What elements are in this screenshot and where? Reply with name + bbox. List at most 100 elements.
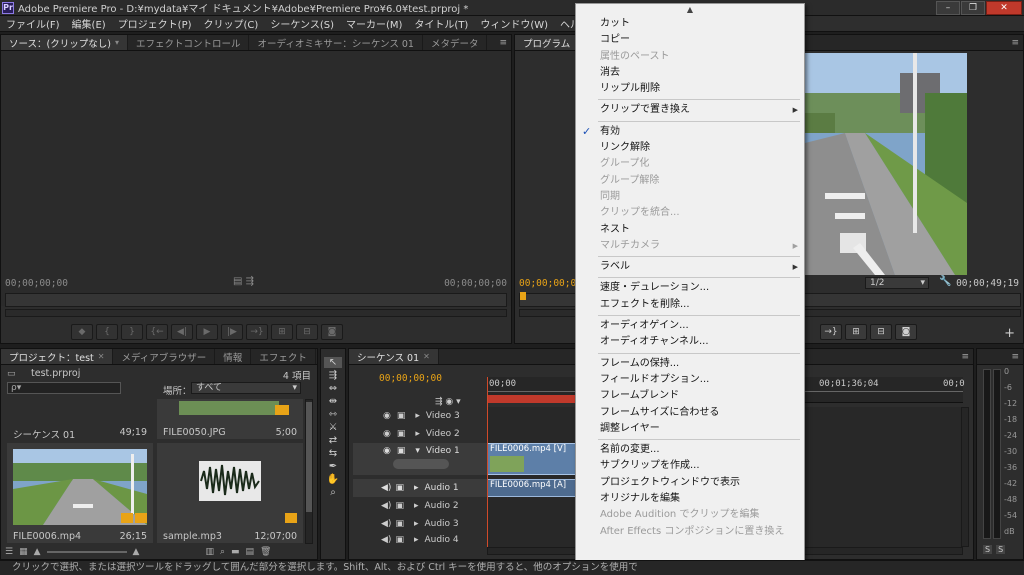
speaker-icon[interactable]: ◀) xyxy=(381,535,391,545)
menu-item[interactable]: 編集(E) xyxy=(66,16,112,31)
list-item[interactable]: シーケンス 01 49;19 xyxy=(7,399,153,441)
export-frame-icon[interactable]: ◙ xyxy=(321,324,343,340)
eye-icon[interactable]: ◉ xyxy=(383,429,391,439)
context-menu-item[interactable]: 属性のペースト xyxy=(576,49,804,65)
timeline-toolbar-icons[interactable]: ⇶ ◉ ▾ xyxy=(435,397,461,407)
context-menu-item[interactable]: リップル削除 xyxy=(576,81,804,97)
slip-tool-icon[interactable]: ⇄ xyxy=(329,435,337,446)
tab-source-3[interactable]: メタデータ xyxy=(423,35,488,50)
lift-icon[interactable]: ⊞ xyxy=(845,324,867,340)
chevron-down-icon[interactable]: ▾ xyxy=(115,38,119,47)
rolling-edit-tool-icon[interactable]: ⇹ xyxy=(329,396,337,407)
menu-item[interactable]: タイトル(T) xyxy=(408,16,474,31)
context-menu-item[interactable]: サブクリップを作成... xyxy=(576,458,804,474)
context-menu-item[interactable]: オーディオゲイン... xyxy=(576,318,804,334)
keyframe-controls[interactable] xyxy=(393,459,449,469)
go-to-out-icon[interactable]: →} xyxy=(820,324,842,340)
list-view-icon[interactable]: ☰ xyxy=(5,547,13,557)
list-item[interactable]: FILE0050.JPG 5;00 xyxy=(157,399,303,439)
close-button[interactable]: ✕ xyxy=(986,1,1022,15)
mark-out-icon[interactable]: } xyxy=(121,324,143,340)
context-menu-item[interactable]: Adobe Audition でクリップを編集 xyxy=(576,507,804,523)
slide-tool-icon[interactable]: ⇆ xyxy=(329,448,337,459)
video-clip[interactable]: FILE0006.mp4 [V] xyxy=(487,443,577,475)
context-menu-item[interactable]: ラベル ▶ xyxy=(576,259,804,275)
context-menu-item[interactable]: マルチカメラ ▶ xyxy=(576,238,804,254)
context-menu-item[interactable]: フレームブレンド xyxy=(576,388,804,404)
context-menu-item[interactable]: ネスト xyxy=(576,222,804,238)
context-menu-item[interactable]: 消去 xyxy=(576,65,804,81)
automate-icon[interactable]: ▥ xyxy=(205,547,214,557)
tab-source-1[interactable]: エフェクトコントロール xyxy=(128,35,250,50)
context-menu-item[interactable]: カット xyxy=(576,16,804,32)
tab-source-2[interactable]: オーディオミキサー：シーケンス 01 xyxy=(249,35,423,50)
tab-project-2[interactable]: 情報 xyxy=(215,349,252,364)
context-menu-item[interactable]: 速度・デュレーション... xyxy=(576,280,804,296)
track-select-tool-icon[interactable]: ⇶ xyxy=(329,370,337,381)
program-timecode-current[interactable]: 00;00;00;00 xyxy=(519,278,582,289)
location-select[interactable]: すべて ▾ xyxy=(191,382,301,394)
lock-icon[interactable]: ▣ xyxy=(397,429,406,439)
context-menu-item[interactable]: オーディオチャンネル... xyxy=(576,334,804,350)
lock-icon[interactable]: ▣ xyxy=(395,535,404,545)
add-marker-icon[interactable]: ◆ xyxy=(71,324,93,340)
panel-menu-icon[interactable]: ≡ xyxy=(957,349,973,364)
zoom-out-icon[interactable]: ▲ xyxy=(34,547,41,557)
add-button-icon[interactable]: + xyxy=(1004,326,1015,341)
extract-icon[interactable]: ⊟ xyxy=(870,324,892,340)
wrench-icon[interactable]: 🔧 xyxy=(939,276,951,287)
menu-item[interactable]: マーカー(M) xyxy=(340,16,408,31)
audio-clip[interactable]: FILE0006.mp4 [A] xyxy=(487,479,577,497)
source-settings-icons[interactable]: ▤ ⇶ xyxy=(233,276,254,287)
eye-icon[interactable]: ◉ xyxy=(383,411,391,421)
ripple-edit-tool-icon[interactable]: ⇔ xyxy=(329,383,337,394)
close-icon[interactable]: ✕ xyxy=(423,352,430,361)
context-menu-item[interactable]: エフェクトを削除... xyxy=(576,297,804,313)
project-scrollbar[interactable] xyxy=(305,399,313,544)
panel-menu-icon[interactable]: ≡ xyxy=(1007,349,1023,364)
context-menu-item[interactable]: フィールドオプション... xyxy=(576,372,804,388)
solo-right-button[interactable]: S xyxy=(996,545,1006,554)
menu-item[interactable]: クリップ(C) xyxy=(198,16,265,31)
tab-program[interactable]: プログラム xyxy=(515,35,580,50)
track-header-audio-1[interactable]: ◀) ▣ ▸ Audio 1 xyxy=(353,479,487,497)
context-menu-item[interactable]: クリップで置き換え ▶ xyxy=(576,102,804,118)
trash-icon[interactable]: 🗑 xyxy=(260,547,271,557)
step-back-icon[interactable]: ◀| xyxy=(171,324,193,340)
track-header-audio-3[interactable]: ◀) ▣ ▸ Audio 3 xyxy=(353,515,487,533)
insert-icon[interactable]: ⊞ xyxy=(271,324,293,340)
track-header-video-3[interactable]: ◉ ▣ ▸ Video 3 xyxy=(353,407,487,425)
export-frame-icon[interactable]: ◙ xyxy=(895,324,917,340)
playhead-marker[interactable] xyxy=(520,292,526,300)
close-icon[interactable]: ✕ xyxy=(98,352,105,361)
menu-item[interactable]: プロジェクト(P) xyxy=(112,16,198,31)
maximize-button[interactable]: ❐ xyxy=(961,1,985,15)
lock-icon[interactable]: ▣ xyxy=(397,446,406,456)
icon-view-icon[interactable]: ▦ xyxy=(19,547,28,557)
speaker-icon[interactable]: ◀) xyxy=(381,501,391,511)
timeline-vertical-scrollbar[interactable] xyxy=(961,407,969,547)
menu-item[interactable]: シーケンス(S) xyxy=(264,16,340,31)
menu-item[interactable]: ファイル(F) xyxy=(0,16,66,31)
context-menu-item[interactable]: オリジナルを編集 xyxy=(576,491,804,507)
context-menu-item[interactable]: グループ化 xyxy=(576,156,804,172)
zoom-slider[interactable] xyxy=(46,551,127,553)
program-zoom-select[interactable]: 1/2 ▾ xyxy=(865,277,929,289)
new-item-icon[interactable]: ▤ xyxy=(246,547,255,557)
selection-tool-icon[interactable]: ↖ xyxy=(324,357,342,368)
timeline-timecode[interactable]: 00;00;00;00 xyxy=(379,373,442,384)
source-timecode-in[interactable]: 00;00;00;00 xyxy=(5,278,68,289)
menu-item[interactable]: ウィンドウ(W) xyxy=(474,16,554,31)
tab-project-0[interactable]: プロジェクト：test ✕ xyxy=(1,349,114,364)
razor-tool-icon[interactable]: ⚔ xyxy=(329,422,338,433)
hand-tool-icon[interactable]: ✋ xyxy=(327,474,339,485)
list-item[interactable]: FILE0006.mp4 26;15 xyxy=(7,443,153,543)
new-bin-icon[interactable]: ▬ xyxy=(231,547,240,557)
tab-project-3[interactable]: エフェクト xyxy=(251,349,316,364)
rate-stretch-tool-icon[interactable]: ⇿ xyxy=(329,409,337,420)
tab-project-1[interactable]: メディアブラウザー xyxy=(113,349,216,364)
zoom-tool-icon[interactable]: ⌕ xyxy=(330,487,336,498)
context-menu-item[interactable]: ✓ 有効 xyxy=(576,124,804,140)
context-menu-item[interactable]: フレームサイズに合わせる xyxy=(576,405,804,421)
eye-icon[interactable]: ◉ xyxy=(383,446,391,456)
